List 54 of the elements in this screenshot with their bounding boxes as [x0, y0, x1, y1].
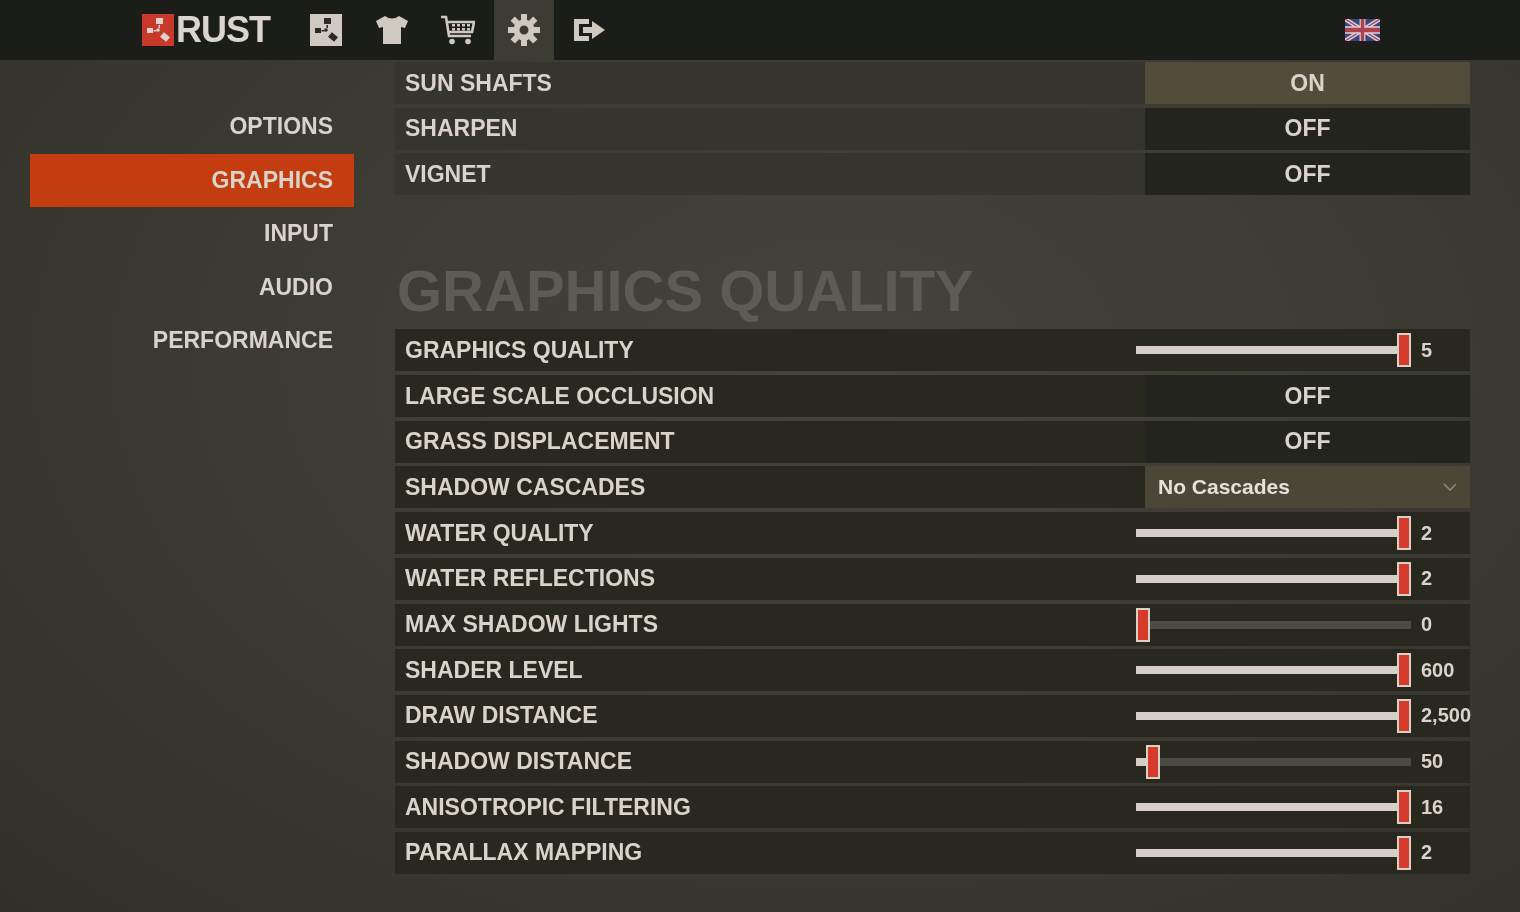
slider-thumb[interactable]	[1397, 835, 1411, 870]
dropdown[interactable]: No Cascades	[1145, 466, 1470, 509]
slider-thumb[interactable]	[1397, 698, 1411, 733]
slider-value: 2,500	[1421, 704, 1472, 728]
setting-label: WATER REFLECTIONS	[404, 565, 656, 593]
nav-tab[interactable]	[494, 0, 554, 60]
logo-text: RUST	[176, 13, 270, 47]
logo-mark-icon	[142, 14, 174, 46]
settings-icon	[508, 14, 540, 46]
sidebar-item[interactable]: PERFORMANCE	[30, 314, 354, 368]
slider-value: 2	[1421, 841, 1433, 865]
slider-value: 600	[1421, 658, 1455, 682]
setting-label: SHARPEN	[404, 115, 519, 143]
cart-icon	[441, 15, 475, 45]
slider-value: 16	[1421, 795, 1444, 819]
setting-label: GRAPHICS QUALITY	[404, 336, 635, 364]
setting-label: GRASS DISPLACEMENT	[404, 428, 676, 456]
slider-value: 2	[1421, 567, 1433, 591]
shirt-icon	[376, 16, 408, 44]
setting-label: VIGNET	[404, 160, 492, 188]
toggle-button[interactable]: OFF	[1145, 107, 1470, 150]
setting-label: WATER QUALITY	[404, 519, 595, 547]
sidebar-item[interactable]: OPTIONS	[30, 100, 354, 154]
slider-thumb[interactable]	[1397, 516, 1411, 551]
slider-value: 50	[1421, 750, 1444, 774]
sidebar-item[interactable]: GRAPHICS	[30, 153, 354, 207]
setting-label: SUN SHAFTS	[404, 69, 553, 97]
toggle-button[interactable]: OFF	[1145, 375, 1470, 418]
slider-thumb[interactable]	[1397, 790, 1411, 825]
exit-icon	[574, 17, 606, 43]
setting-label: PARALLAX MAPPING	[404, 839, 644, 867]
setting-label: MAX SHADOW LIGHTS	[404, 611, 659, 638]
slider-thumb[interactable]	[1146, 744, 1161, 779]
setting-label: SHADOW CASCADES	[404, 473, 647, 501]
symbol-tile-icon	[310, 14, 342, 46]
slider-value: 0	[1421, 613, 1433, 636]
slider-thumb[interactable]	[1397, 653, 1411, 688]
flag-icon[interactable]	[1345, 19, 1380, 41]
toggle-button[interactable]: OFF	[1145, 420, 1470, 463]
slider-thumb[interactable]	[1136, 607, 1150, 642]
slider-thumb[interactable]	[1397, 333, 1411, 368]
setting-label: LARGE SCALE OCCLUSION	[404, 382, 716, 410]
sidebar-item[interactable]: AUDIO	[30, 260, 354, 314]
toggle-button[interactable]: OFF	[1145, 153, 1470, 196]
setting-label: SHADOW DISTANCE	[404, 748, 633, 776]
setting-label: ANISOTROPIC FILTERING	[404, 793, 692, 821]
slider-value: 2	[1421, 521, 1433, 545]
slider-value: 5	[1421, 338, 1433, 362]
slider-thumb[interactable]	[1397, 561, 1411, 596]
toggle-button[interactable]: ON	[1145, 62, 1470, 104]
setting-label: SHADER LEVEL	[404, 656, 584, 684]
chevron-down-icon	[1443, 483, 1457, 492]
sidebar-item[interactable]: INPUT	[30, 207, 354, 261]
setting-label: DRAW DISTANCE	[404, 702, 599, 730]
